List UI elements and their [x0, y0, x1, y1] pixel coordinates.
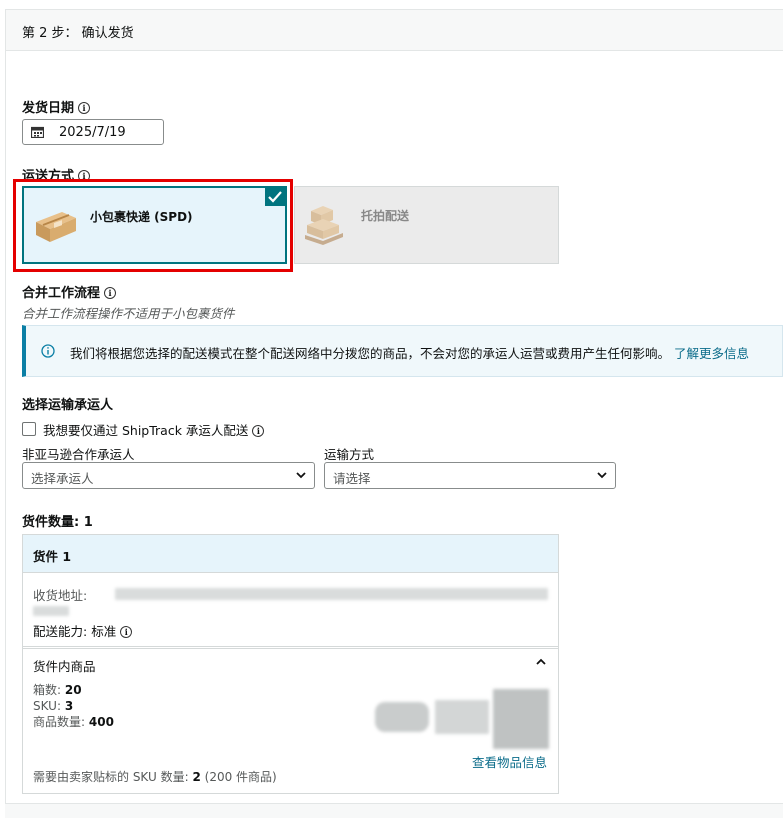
- highlight-box: [13, 179, 293, 272]
- unit-count-value: 400: [88, 715, 114, 729]
- shiptrack-checkbox-label: 我想要仅通过 ShipTrack 承运人配送: [43, 423, 249, 438]
- pallet-boxes-icon: [305, 201, 349, 247]
- contents-title: 货件内商品: [33, 659, 96, 674]
- contents-stats: 箱数: 20 SKU: 3 商品数量: 400: [33, 682, 114, 730]
- ship-date-input[interactable]: 2025/7/19: [22, 119, 164, 145]
- carrier-select-placeholder: 选择承运人: [31, 471, 94, 486]
- box-count-label: 箱数:: [33, 683, 62, 697]
- info-banner: 我们将根据您选择的配送模式在整个配送网络中分拨您的商品，不会对您的承运人运营或费…: [22, 325, 783, 377]
- capability-row: 配送能力: 标准 i: [33, 621, 133, 640]
- carrier-section-title: 选择运输承运人: [22, 398, 114, 413]
- unit-count-row: 商品数量: 400: [33, 714, 114, 730]
- shiptrack-checkbox[interactable]: [22, 422, 36, 436]
- ship-to-label: 收货地址:: [33, 588, 88, 603]
- step-title: 第 2 步： 确认发货: [22, 26, 134, 41]
- info-icon[interactable]: i: [252, 425, 265, 437]
- chevron-down-icon: [296, 471, 306, 479]
- consolidation-note: 合并工作流程操作不适用于小包裹货件: [22, 306, 235, 321]
- step-header: 第 2 步： 确认发货: [5, 9, 783, 51]
- transport-mode-label: 运输方式: [324, 447, 375, 462]
- sku-count-value: 3: [64, 699, 74, 713]
- footer-band: [5, 803, 783, 818]
- unit-count-label: 商品数量:: [33, 715, 86, 729]
- transport-mode-select[interactable]: 请选择: [324, 462, 616, 489]
- product-thumbnail: [375, 702, 429, 732]
- consolidation-label-row: 合并工作流程 i: [22, 282, 117, 301]
- seller-label-text: 需要由卖家贴标的 SKU 数量:: [33, 770, 189, 784]
- info-icon[interactable]: i: [78, 102, 91, 114]
- shipment-card: 货件 1 收货地址: 配送能力: 标准 i 货件内商品 箱数: 20 SKU: 3…: [22, 534, 559, 794]
- ship-date-label-row: 发货日期 i: [22, 97, 91, 116]
- chevron-down-icon: [597, 471, 607, 479]
- box-count-value: 20: [64, 683, 82, 697]
- transport-mode-placeholder: 请选择: [333, 471, 371, 486]
- chevron-up-icon[interactable]: [535, 657, 547, 667]
- sku-count-label: SKU:: [33, 699, 61, 713]
- seller-label-units: (200 件商品): [204, 770, 277, 784]
- sku-count-row: SKU: 3: [33, 698, 114, 714]
- product-thumbnail: [435, 700, 489, 734]
- info-icon[interactable]: i: [104, 287, 117, 299]
- ship-date-value: 2025/7/19: [59, 125, 126, 140]
- product-thumbnail: [493, 689, 549, 749]
- seller-label-row: 需要由卖家贴标的 SKU 数量: 2 (200 件商品): [33, 768, 277, 785]
- carrier-select[interactable]: 选择承运人: [22, 462, 315, 489]
- capability-value: 标准: [91, 624, 117, 639]
- redacted-address: [115, 588, 548, 600]
- shipping-option-ltl-label: 托拍配送: [361, 209, 410, 223]
- shipping-option-ltl[interactable]: 托拍配送: [294, 186, 559, 264]
- non-partner-carrier-label: 非亚马逊合作承运人: [22, 447, 135, 462]
- divider: [23, 646, 558, 647]
- shiptrack-checkbox-label-row: 我想要仅通过 ShipTrack 承运人配送 i: [43, 420, 265, 439]
- shipment-title: 货件 1: [33, 549, 72, 564]
- shipment-count: 货件数量: 1: [22, 515, 93, 530]
- box-count-row: 箱数: 20: [33, 682, 114, 698]
- divider: [23, 648, 558, 649]
- info-banner-text: 我们将根据您选择的配送模式在整个配送网络中分拨您的商品，不会对您的承运人运营或费…: [70, 343, 749, 362]
- info-icon[interactable]: i: [120, 626, 133, 638]
- capability-label: 配送能力:: [33, 624, 88, 639]
- calendar-icon: [31, 126, 44, 138]
- seller-label-count: 2: [192, 770, 201, 784]
- shipment-header: 货件 1: [23, 535, 558, 573]
- info-banner-message: 我们将根据您选择的配送模式在整个配送网络中分拨您的商品，不会对您的承运人运营或费…: [70, 346, 671, 361]
- redacted-address-line2: [33, 606, 69, 616]
- view-items-link[interactable]: 查看物品信息: [472, 752, 547, 771]
- ship-date-label: 发货日期: [22, 101, 75, 116]
- consolidation-label: 合并工作流程: [22, 286, 101, 301]
- info-circle-icon: [41, 344, 55, 358]
- learn-more-link[interactable]: 了解更多信息: [674, 346, 749, 361]
